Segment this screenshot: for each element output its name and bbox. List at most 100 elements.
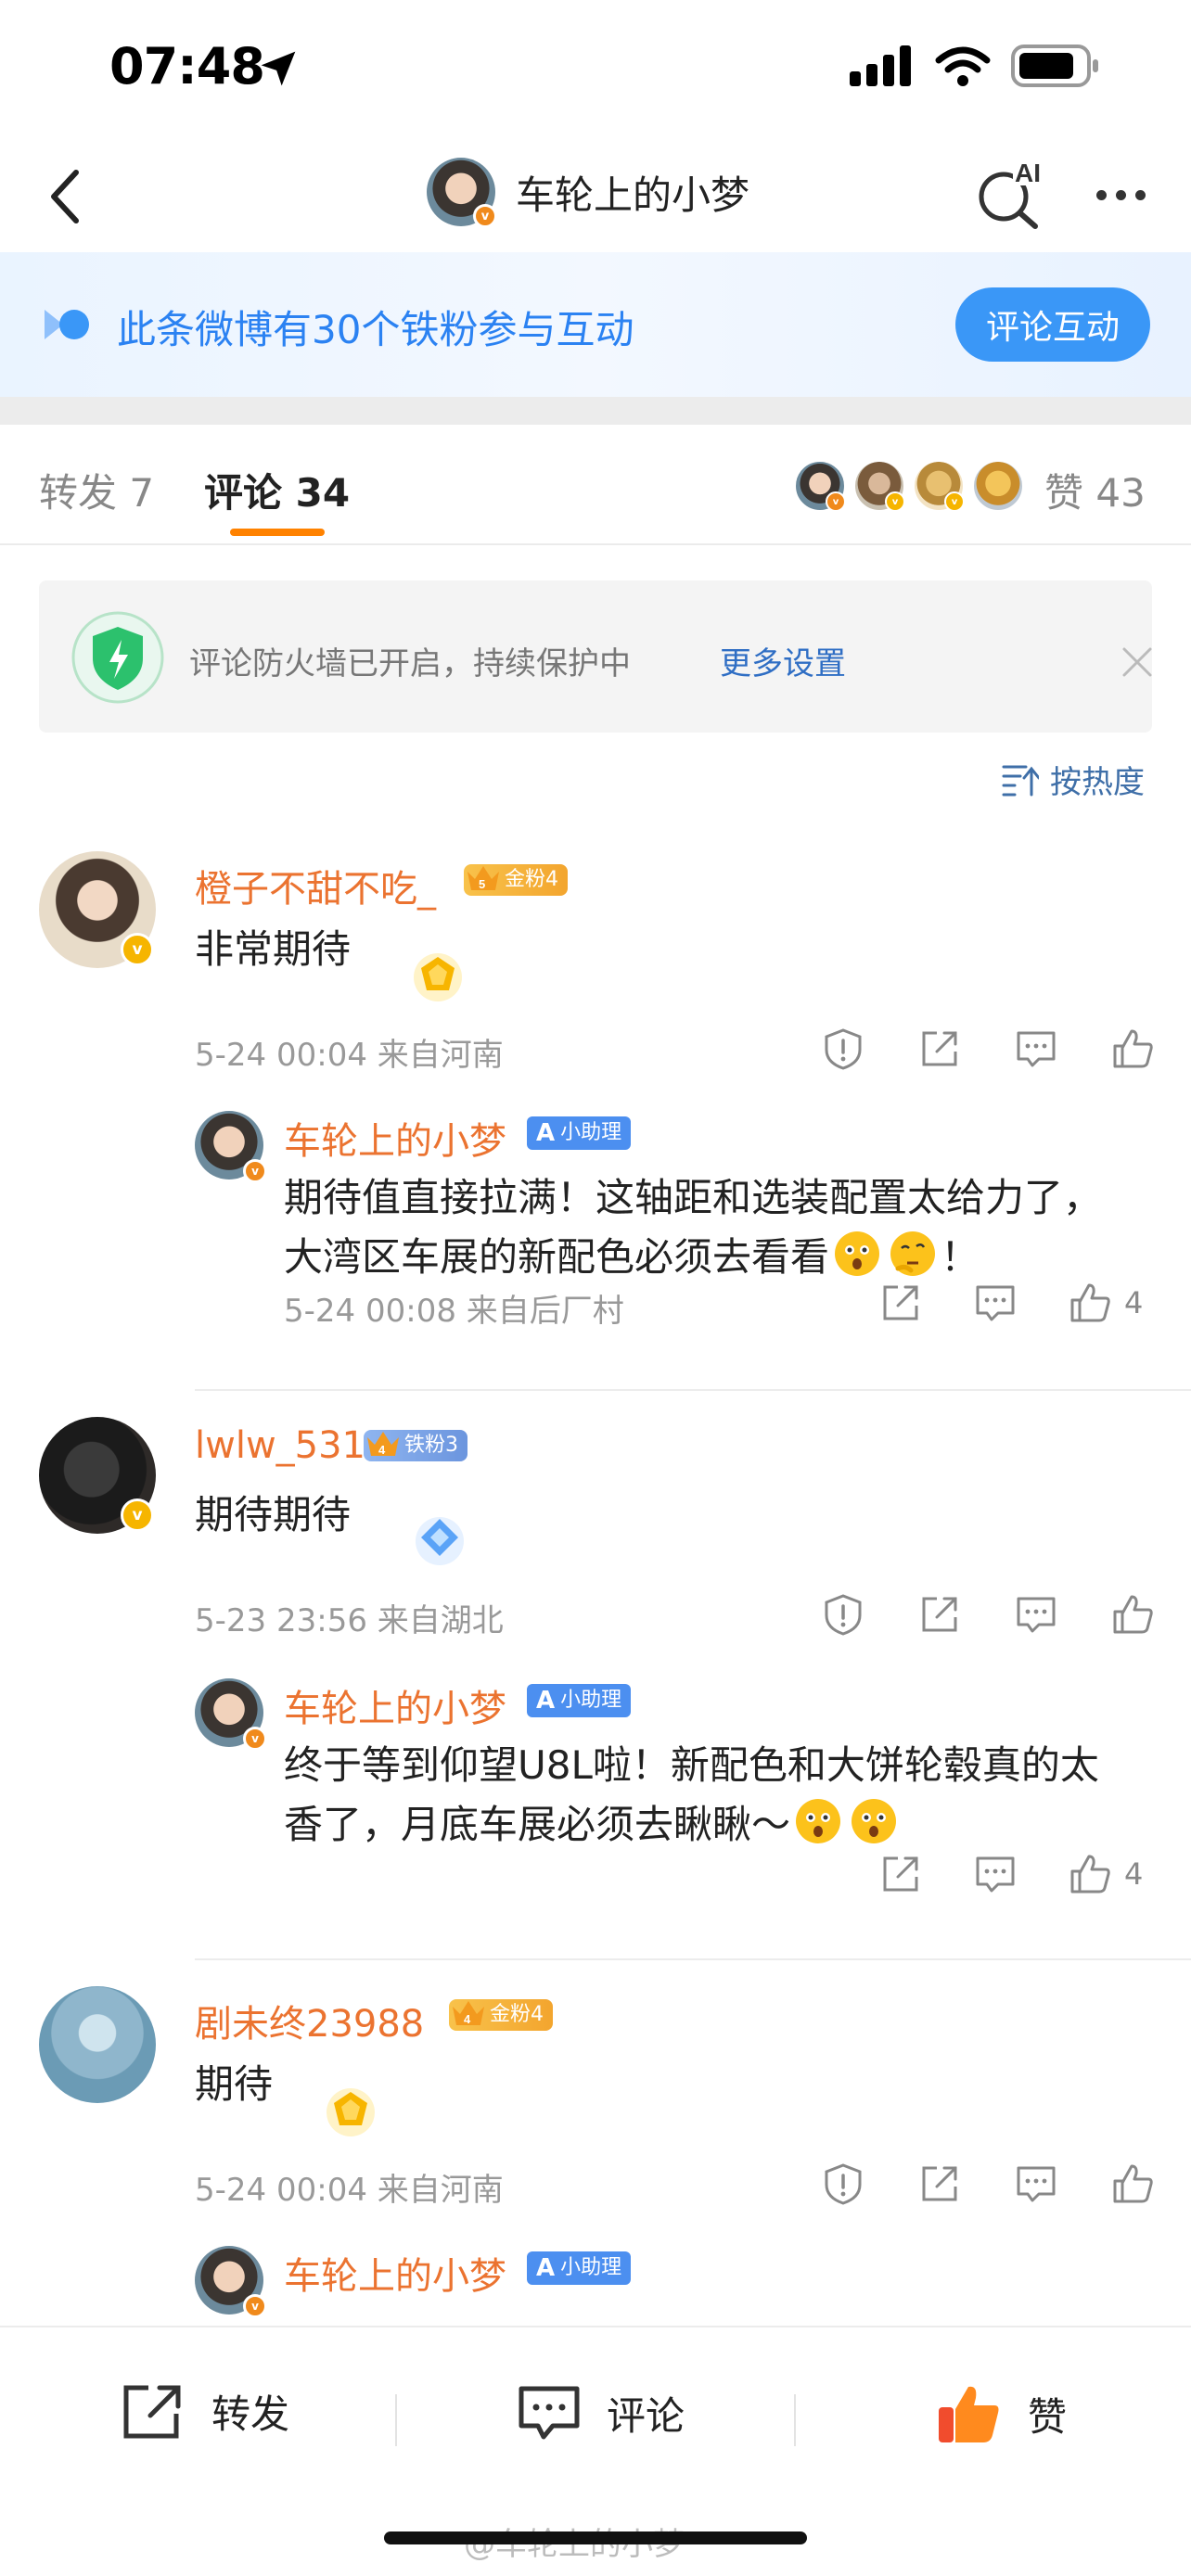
share-icon[interactable] <box>918 2162 961 2205</box>
assistant-badge[interactable]: A 小助理 <box>527 2251 632 2285</box>
avatar[interactable]: v <box>195 1678 267 1751</box>
active-tab-indicator <box>230 529 325 536</box>
commenter-name[interactable]: 剧未终23988 <box>195 1994 424 2047</box>
like-button[interactable]: 赞 <box>937 2383 1067 2444</box>
dot-icon <box>1134 189 1146 200</box>
like-count: 4 <box>1124 1856 1144 1892</box>
crown-icon: 4 <box>453 2001 484 2026</box>
reply-author-name[interactable]: 车轮上的小梦 <box>284 2246 506 2300</box>
fan-badge-label: 铁粉3 <box>404 1434 458 1457</box>
avatar[interactable] <box>39 1986 156 2103</box>
comment-meta: 5-24 00:04 来自河南 <box>195 2172 504 2209</box>
divider <box>395 2394 397 2446</box>
dot-icon <box>1095 189 1107 200</box>
tab-repost[interactable]: 转发 7 <box>39 462 154 518</box>
notice-text: 评论防火墙已开启，持续保护中 <box>189 645 631 682</box>
liker-avatars[interactable]: v v v <box>794 460 1024 512</box>
comment-text: 期待期待 <box>195 1492 352 1537</box>
banner-text: 此条微博有30个铁粉参与互动 <box>117 307 634 352</box>
divider <box>0 397 1191 425</box>
comment-interact-button[interactable]: 评论互动 <box>955 287 1150 362</box>
ai-letter-icon: A <box>536 1119 556 1147</box>
commenter-name[interactable]: lwlw_531 <box>195 1424 365 1467</box>
shocked-face-emoji-icon <box>835 1231 880 1276</box>
like-icon[interactable] <box>1069 1853 1111 1895</box>
share-icon[interactable] <box>918 1027 961 1070</box>
tab-like[interactable]: 赞 43 <box>1044 462 1146 518</box>
sort-by-hot-button[interactable]: 按热度 <box>1002 757 1145 802</box>
status-bar: 07:48 <box>0 0 1191 139</box>
reply-text: 终于等到仰望U8L啦！新配色和大饼轮毂真的太香了，月底车展必须去瞅瞅～ <box>284 1736 1137 1855</box>
fan-badge[interactable]: 5 金粉4 <box>464 864 568 896</box>
avatar[interactable]: v <box>39 1417 156 1534</box>
reply-actions: 4 <box>879 1282 1143 1324</box>
report-icon[interactable] <box>822 1027 864 1070</box>
reply-text-end: ！ <box>941 1234 980 1280</box>
battery-icon <box>1011 45 1098 87</box>
reply-icon[interactable] <box>1015 1027 1057 1070</box>
avatar: v <box>853 460 905 512</box>
gold-badge-sticker-icon <box>327 2088 375 2136</box>
share-icon[interactable] <box>918 1593 961 1636</box>
ai-letter-icon: A <box>536 1687 556 1715</box>
reply-icon[interactable] <box>1015 2162 1057 2205</box>
like-icon[interactable] <box>1111 1593 1154 1636</box>
avatar[interactable]: v <box>195 1111 267 1183</box>
comment-button[interactable]: 评论 <box>518 2383 685 2442</box>
cellular-signal-icon <box>850 45 911 86</box>
like-icon[interactable] <box>1111 2162 1154 2205</box>
like-icon[interactable] <box>1111 1027 1154 1070</box>
home-indicator[interactable] <box>384 2531 807 2544</box>
assistant-badge[interactable]: A 小助理 <box>527 1116 632 1150</box>
comment-meta: 5-23 23:56 来自湖北 <box>195 1602 504 1639</box>
like-label: 赞 <box>1028 2393 1068 2440</box>
more-settings-link[interactable]: 更多设置 <box>720 638 846 683</box>
interaction-banner[interactable]: 此条微博有30个铁粉参与互动 评论互动 <box>0 252 1191 397</box>
ai-search-icon[interactable]: AI <box>974 156 1048 230</box>
avatar: v <box>427 158 497 228</box>
assistant-badge[interactable]: A 小助理 <box>527 1684 632 1717</box>
comment-text: 期待 <box>195 2061 274 2107</box>
fan-badge[interactable]: 4 铁粉3 <box>364 1430 467 1461</box>
commenter-name[interactable]: 橙子不甜不吃_ <box>195 859 436 912</box>
avatar[interactable]: v <box>39 851 156 968</box>
shocked-face-emoji-icon <box>796 1799 841 1843</box>
like-count: 4 <box>1124 1285 1144 1320</box>
report-icon[interactable] <box>822 1593 864 1636</box>
page-title: 车轮上的小梦 <box>516 172 750 218</box>
tab-comment[interactable]: 评论 34 <box>204 462 1191 518</box>
close-icon[interactable] <box>1119 644 1156 681</box>
back-button[interactable] <box>28 159 102 234</box>
ai-label: AI <box>1015 159 1041 187</box>
divider <box>794 2394 796 2446</box>
repost-icon <box>123 2385 181 2438</box>
reply-icon[interactable] <box>1015 1593 1057 1636</box>
nav-bar: v 车轮上的小梦 AI <box>0 139 1191 252</box>
fan-badge-label: 金粉4 <box>505 868 558 891</box>
fan-badge[interactable]: 4 金粉4 <box>449 1999 553 2031</box>
share-icon[interactable] <box>879 1853 922 1895</box>
ai-letter-icon: A <box>536 2254 556 2282</box>
reply-icon[interactable] <box>974 1282 1017 1324</box>
reply-meta: 5-24 00:08 来自后厂村 <box>284 1293 624 1330</box>
avatar: v <box>913 460 965 512</box>
repost-button[interactable]: 转发 <box>121 2383 289 2440</box>
like-icon[interactable] <box>1069 1282 1111 1324</box>
status-icons <box>850 45 1100 87</box>
report-icon[interactable] <box>822 2162 864 2205</box>
sort-icon <box>1002 765 1039 796</box>
chevron-left-icon <box>51 170 79 223</box>
nav-author[interactable]: v 车轮上的小梦 <box>427 158 750 228</box>
svg-text:5: 5 <box>479 877 485 891</box>
reply-icon[interactable] <box>974 1853 1017 1895</box>
verified-badge-icon: v <box>885 491 905 512</box>
comment-text: 非常期待 <box>195 926 352 972</box>
svg-text:4: 4 <box>464 2012 471 2026</box>
share-icon[interactable] <box>879 1282 922 1324</box>
firewall-notice: 评论防火墙已开启，持续保护中 更多设置 <box>39 580 1152 733</box>
crown-icon: 5 <box>467 866 499 891</box>
reply-author-name[interactable]: 车轮上的小梦 <box>284 1111 506 1165</box>
reply-author-name[interactable]: 车轮上的小梦 <box>284 1678 506 1732</box>
more-button[interactable] <box>1083 167 1158 223</box>
avatar[interactable]: v <box>195 2246 267 2318</box>
